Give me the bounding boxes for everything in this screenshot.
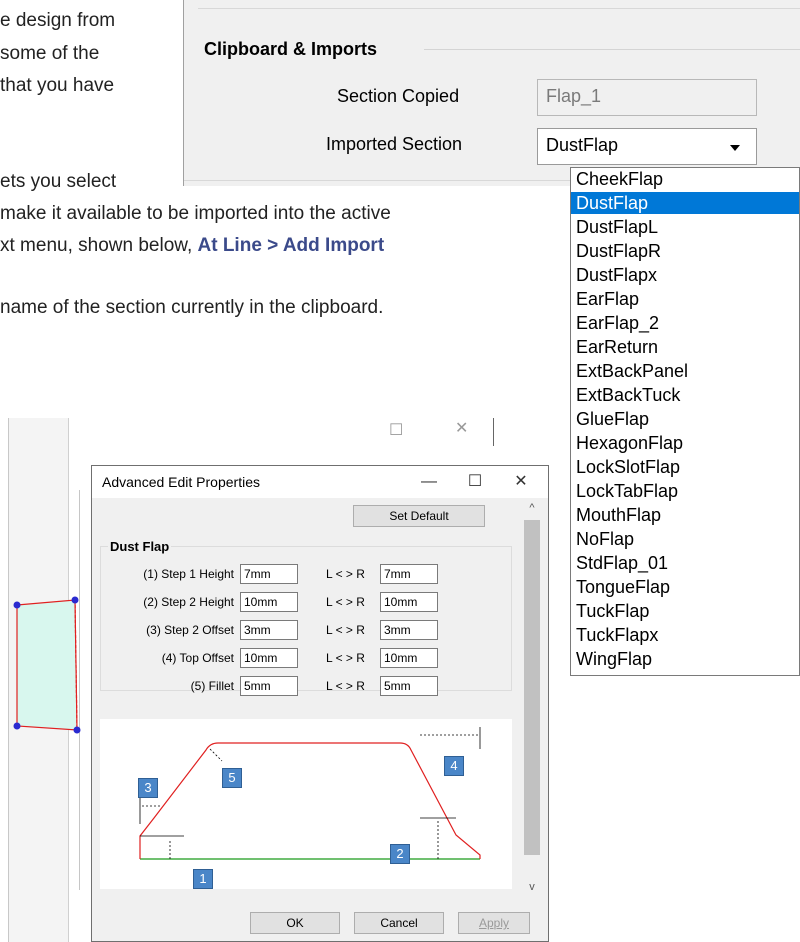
- dropdown-option-earflap-2[interactable]: EarFlap_2: [571, 312, 799, 334]
- badge-3: 3: [138, 778, 158, 798]
- dropdown-option-hexagonflap[interactable]: HexagonFlap: [571, 432, 799, 454]
- clipboard-imports-title: Clipboard & Imports: [204, 39, 378, 59]
- doc-line-4: ets you select: [0, 171, 117, 192]
- badge-1: 1: [193, 869, 213, 889]
- flap-handle-bottom-right: [73, 726, 81, 734]
- dropdown-option-earreturn[interactable]: EarReturn: [571, 336, 799, 358]
- lr-label: L < > R: [326, 651, 365, 665]
- param-input-step2-height-right[interactable]: 10mm: [380, 592, 438, 612]
- imported-section-select[interactable]: DustFlap: [537, 128, 757, 165]
- background-close-icon[interactable]: ✕: [455, 418, 468, 448]
- minimize-icon[interactable]: —: [406, 466, 452, 498]
- section-copied-label: Section Copied: [337, 86, 460, 106]
- doc-line-7: name of the section currently in the cli…: [0, 297, 384, 318]
- lr-label: L < > R: [326, 623, 365, 637]
- ok-button[interactable]: OK: [250, 912, 340, 934]
- param-input-step2-offset-right[interactable]: 3mm: [380, 620, 438, 640]
- dropdown-arrow-icon[interactable]: [730, 145, 740, 151]
- flap-preview: [13, 596, 81, 734]
- group-title-rule: [424, 49, 800, 50]
- badge-2: 2: [390, 844, 410, 864]
- param-input-top-offset-left[interactable]: 10mm: [240, 648, 298, 668]
- param-label-step2-height: (2) Step 2 Height: [143, 595, 234, 609]
- dropdown-option-stdflap-01[interactable]: StdFlap_01: [571, 552, 799, 574]
- lr-label: L < > R: [326, 679, 365, 693]
- dust-flap-diagram: 1 2 3 4 5: [100, 719, 512, 889]
- diagram-flap-outline: [139, 742, 481, 859]
- param-input-step2-height-left[interactable]: 10mm: [240, 592, 298, 612]
- maximize-icon[interactable]: ☐: [452, 466, 498, 498]
- dropdown-option-extbacktuck[interactable]: ExtBackTuck: [571, 384, 799, 406]
- cancel-button[interactable]: Cancel: [354, 912, 444, 934]
- dropdown-option-extbackpanel[interactable]: ExtBackPanel: [571, 360, 799, 382]
- dropdown-option-dustflapl[interactable]: DustFlapL: [571, 216, 799, 238]
- param-label-step1-height: (1) Step 1 Height: [143, 567, 234, 581]
- dialog-titlebar: Advanced Edit Properties — ☐ ✕: [92, 466, 548, 498]
- dropdown-option-dustflapx[interactable]: DustFlapx: [571, 264, 799, 286]
- clipboard-imports-panel: Clipboard & Imports Section Copied Flap_…: [183, 0, 800, 186]
- dropdown-option-tuckflapx[interactable]: TuckFlapx: [571, 624, 799, 646]
- imported-section-value: DustFlap: [546, 135, 619, 155]
- param-input-step1-height-right[interactable]: 7mm: [380, 564, 438, 584]
- section-copied-field: Flap_1: [537, 79, 757, 116]
- dropdown-option-earflap[interactable]: EarFlap: [571, 288, 799, 310]
- imported-section-label: Imported Section: [326, 134, 463, 154]
- dialog-scrollbar[interactable]: ^ v: [522, 498, 542, 897]
- param-label-fillet: (5) Fillet: [190, 679, 234, 693]
- apply-button[interactable]: Apply: [458, 912, 530, 934]
- param-input-fillet-right[interactable]: 5mm: [380, 676, 438, 696]
- doc-line-1: e design from: [0, 10, 116, 31]
- advanced-edit-properties-dialog: Advanced Edit Properties — ☐ ✕ Set Defau…: [91, 465, 549, 942]
- lr-label: L < > R: [326, 595, 365, 609]
- dropdown-option-tuckflap[interactable]: TuckFlap: [571, 600, 799, 622]
- param-input-fillet-left[interactable]: 5mm: [240, 676, 298, 696]
- dropdown-option-lockslotflap[interactable]: LockSlotFlap: [571, 456, 799, 478]
- dropdown-option-dustflapr[interactable]: DustFlapR: [571, 240, 799, 262]
- param-label-step2-offset: (3) Step 2 Offset: [146, 623, 234, 637]
- doc-line-3: that you have: [0, 75, 115, 96]
- doc-line-6: xt menu, shown below, At Line > Add Impo…: [0, 234, 384, 258]
- background-window-edge: [493, 418, 494, 446]
- badge-5: 5: [222, 768, 242, 788]
- doc-line-6-menu-path: At Line > Add Import: [197, 235, 385, 256]
- set-default-button[interactable]: Set Default: [353, 505, 485, 527]
- flap-preview-shape: [16, 599, 78, 731]
- param-input-step1-height-left[interactable]: 7mm: [240, 564, 298, 584]
- doc-line-6-text: xt menu, shown below,: [0, 235, 198, 256]
- flap-handle-top-right: [71, 596, 79, 604]
- scroll-down-icon[interactable]: v: [522, 877, 542, 897]
- doc-line-2: some of the: [0, 43, 100, 64]
- dust-flap-diagram-svg: [139, 727, 481, 860]
- badge-4: 4: [444, 756, 464, 776]
- doc-line-5: make it available to be imported into th…: [0, 203, 391, 224]
- scroll-thumb[interactable]: [524, 520, 540, 855]
- dropdown-option-noflap[interactable]: NoFlap: [571, 528, 799, 550]
- param-label-top-offset: (4) Top Offset: [161, 651, 234, 665]
- flap-handle-top-left: [13, 601, 21, 609]
- imported-section-dropdown-list: CheekFlap DustFlap DustFlapL DustFlapR D…: [570, 167, 800, 676]
- dropdown-option-dustflap[interactable]: DustFlap: [571, 192, 799, 214]
- panel-top-divider: [198, 8, 800, 9]
- flap-handle-bottom-left: [13, 722, 21, 730]
- dim-5-arrow: [209, 748, 223, 762]
- lr-label: L < > R: [326, 567, 365, 581]
- dropdown-option-wingflap[interactable]: WingFlap: [571, 648, 799, 670]
- param-input-step2-offset-left[interactable]: 3mm: [240, 620, 298, 640]
- dust-flap-group-title: Dust Flap: [108, 539, 172, 554]
- dropdown-option-cheekflap[interactable]: CheekFlap: [571, 168, 799, 190]
- dropdown-option-tongueflap[interactable]: TongueFlap: [571, 576, 799, 598]
- background-maximize-icon[interactable]: ☐: [389, 420, 403, 450]
- param-input-top-offset-right[interactable]: 10mm: [380, 648, 438, 668]
- scroll-up-icon[interactable]: ^: [522, 498, 542, 518]
- dropdown-option-mouthflap[interactable]: MouthFlap: [571, 504, 799, 526]
- dropdown-option-glueflap[interactable]: GlueFlap: [571, 408, 799, 430]
- dropdown-option-locktabflap[interactable]: LockTabFlap: [571, 480, 799, 502]
- close-icon[interactable]: ✕: [498, 466, 544, 498]
- dialog-title: Advanced Edit Properties: [102, 474, 260, 490]
